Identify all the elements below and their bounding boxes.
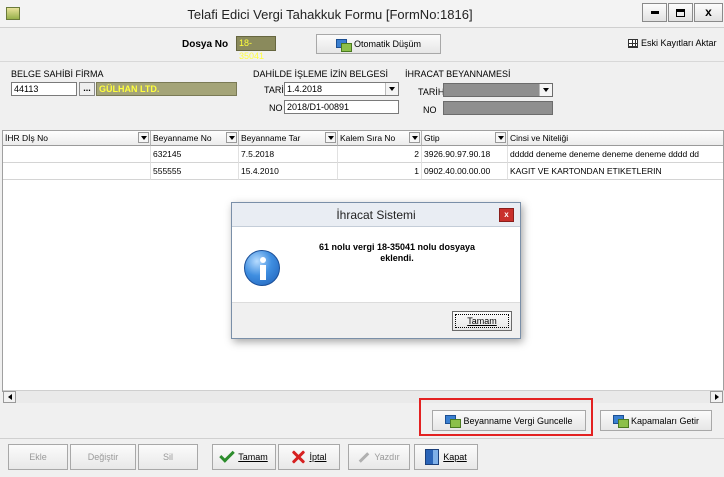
exit-door-icon — [425, 449, 440, 465]
info-dialog: İhracat Sistemi x 61 nolu vergi 18-35041… — [231, 202, 521, 339]
horizontal-scrollbar[interactable] — [3, 390, 724, 403]
minimize-icon — [650, 11, 659, 15]
table-cell[interactable]: 0902.40.00.00.00 — [422, 163, 508, 180]
firma-lookup-button[interactable]: ... — [79, 82, 95, 96]
maximize-icon — [676, 8, 685, 17]
computers-icon — [335, 38, 352, 52]
column-filter-icon[interactable] — [325, 132, 336, 143]
dahilde-tarih-field[interactable]: 1.4.2018 — [284, 82, 399, 96]
dahilde-no-label: NO — [269, 103, 283, 113]
eski-kayitlari-aktar-button[interactable]: Eski Kayıtları Aktar — [628, 38, 717, 48]
kapamalari-getir-button[interactable]: Kapamaları Getir — [600, 410, 712, 431]
otomatik-dusum-button[interactable]: Otomatik Düşüm — [316, 34, 441, 54]
table-cell[interactable]: ddddd deneme deneme deneme deneme dddd d… — [508, 146, 723, 163]
ihracat-tarih-label: TARİH — [418, 87, 445, 97]
kapat-button[interactable]: Kapat — [414, 444, 478, 470]
degistir-button[interactable]: Değiştir — [70, 444, 136, 470]
table-cell[interactable] — [3, 146, 151, 163]
dosya-no-value: 18-35041 — [236, 36, 276, 61]
dialog-footer: Tamam — [232, 302, 520, 338]
dahilde-tarih-value: 1.4.2018 — [287, 84, 323, 94]
toolbar: Dosya No 18-35041 Otomatik Düşüm Eski Ka… — [0, 28, 724, 62]
dahilde-isleme-label: DAHİLDE İŞLEME İZİN BELGESİ — [253, 69, 389, 79]
kapamalari-label: Kapamaları Getir — [630, 415, 700, 426]
pencil-icon — [359, 451, 370, 463]
dialog-title: İhracat Sistemi — [336, 208, 416, 222]
guncelle-label: Beyanname Vergi Guncelle — [463, 415, 573, 426]
dialog-message: 61 nolu vergi 18-35041 nolu dosyaya ekle… — [318, 242, 476, 263]
bottom-button-bar: Ekle Değiştir Sil Tamam İptal Yazdır Kap… — [0, 438, 724, 477]
table-cell[interactable]: 15.4.2010 — [239, 163, 338, 180]
dialog-close-button[interactable]: x — [499, 208, 514, 222]
firma-code-field[interactable]: 44113 — [11, 82, 77, 96]
column-header-beyanname-tar[interactable]: Beyanname Tar — [239, 131, 338, 146]
beyanname-vergi-guncelle-button[interactable]: Beyanname Vergi Guncelle — [432, 410, 586, 431]
window-title: Telafi Edici Vergi Tahakkuk Formu [FormN… — [187, 7, 473, 22]
computers-icon — [445, 415, 462, 428]
arrow-right-icon — [714, 394, 719, 400]
table-cell[interactable]: 3926.90.97.90.18 — [422, 146, 508, 163]
column-filter-icon[interactable] — [138, 132, 149, 143]
close-button[interactable]: x — [694, 3, 723, 22]
scroll-left-button[interactable] — [3, 391, 16, 403]
column-filter-icon[interactable] — [495, 132, 506, 143]
dahilde-no-field[interactable]: 2018/D1-00891 — [284, 100, 399, 114]
table-cell[interactable]: 1 — [338, 163, 422, 180]
column-header-ihr-dis-no[interactable]: İHR Dİş No — [3, 131, 151, 146]
ihracat-beyannamesi-label: İHRACAT BEYANNAMESİ — [405, 69, 511, 79]
yazdir-button[interactable]: Yazdır — [348, 444, 410, 470]
belge-sahibi-label: BELGE SAHİBİ FİRMA — [11, 69, 104, 79]
otomatik-dusum-label: Otomatik Düşüm — [353, 39, 422, 49]
checkmark-icon — [219, 447, 236, 463]
eski-kayitlari-label: Eski Kayıtları Aktar — [641, 38, 717, 48]
chevron-down-icon[interactable] — [539, 84, 552, 96]
column-header-kalem-sira-no[interactable]: Kalem Sıra No — [338, 131, 422, 146]
column-filter-icon[interactable] — [226, 132, 237, 143]
table-cell[interactable]: 7.5.2018 — [239, 146, 338, 163]
title-bar: Telafi Edici Vergi Tahakkuk Formu [FormN… — [0, 0, 724, 28]
table-cell[interactable] — [3, 163, 151, 180]
minimize-button[interactable] — [642, 3, 667, 22]
iptal-button[interactable]: İptal — [278, 444, 340, 470]
table-icon — [628, 38, 638, 48]
column-filter-icon[interactable] — [409, 132, 420, 143]
table-cell[interactable]: KAGIT VE KARTONDAN ETIKETLERIN — [508, 163, 723, 180]
chevron-down-icon[interactable] — [385, 83, 398, 95]
table-cell[interactable]: 2 — [338, 146, 422, 163]
ekle-button[interactable]: Ekle — [8, 444, 68, 470]
maximize-button[interactable] — [668, 3, 693, 22]
tamam-button[interactable]: Tamam — [212, 444, 276, 470]
info-icon — [244, 250, 280, 286]
scroll-right-button[interactable] — [710, 391, 723, 403]
sil-button[interactable]: Sil — [138, 444, 198, 470]
table-cell[interactable]: 555555 — [151, 163, 239, 180]
table-cell[interactable]: 632145 — [151, 146, 239, 163]
ihracat-no-label: NO — [423, 105, 437, 115]
dialog-ok-button[interactable]: Tamam — [452, 311, 512, 331]
firma-name-field: GÜLHAN LTD. — [96, 82, 237, 96]
computers-icon — [612, 415, 629, 428]
ihracat-no-field[interactable] — [443, 101, 553, 115]
dialog-title-bar: İhracat Sistemi x — [232, 203, 520, 227]
cancel-icon — [291, 450, 305, 464]
column-header-cinsi-ve-niteligi[interactable]: Cinsi ve Niteliği — [508, 131, 723, 146]
column-header-gtip[interactable]: Gtip — [422, 131, 508, 146]
column-header-beyanname-no[interactable]: Beyanname No — [151, 131, 239, 146]
arrow-left-icon — [7, 394, 12, 400]
ihracat-tarih-field[interactable] — [443, 83, 553, 97]
dosya-no-label: Dosya No — [182, 39, 229, 50]
